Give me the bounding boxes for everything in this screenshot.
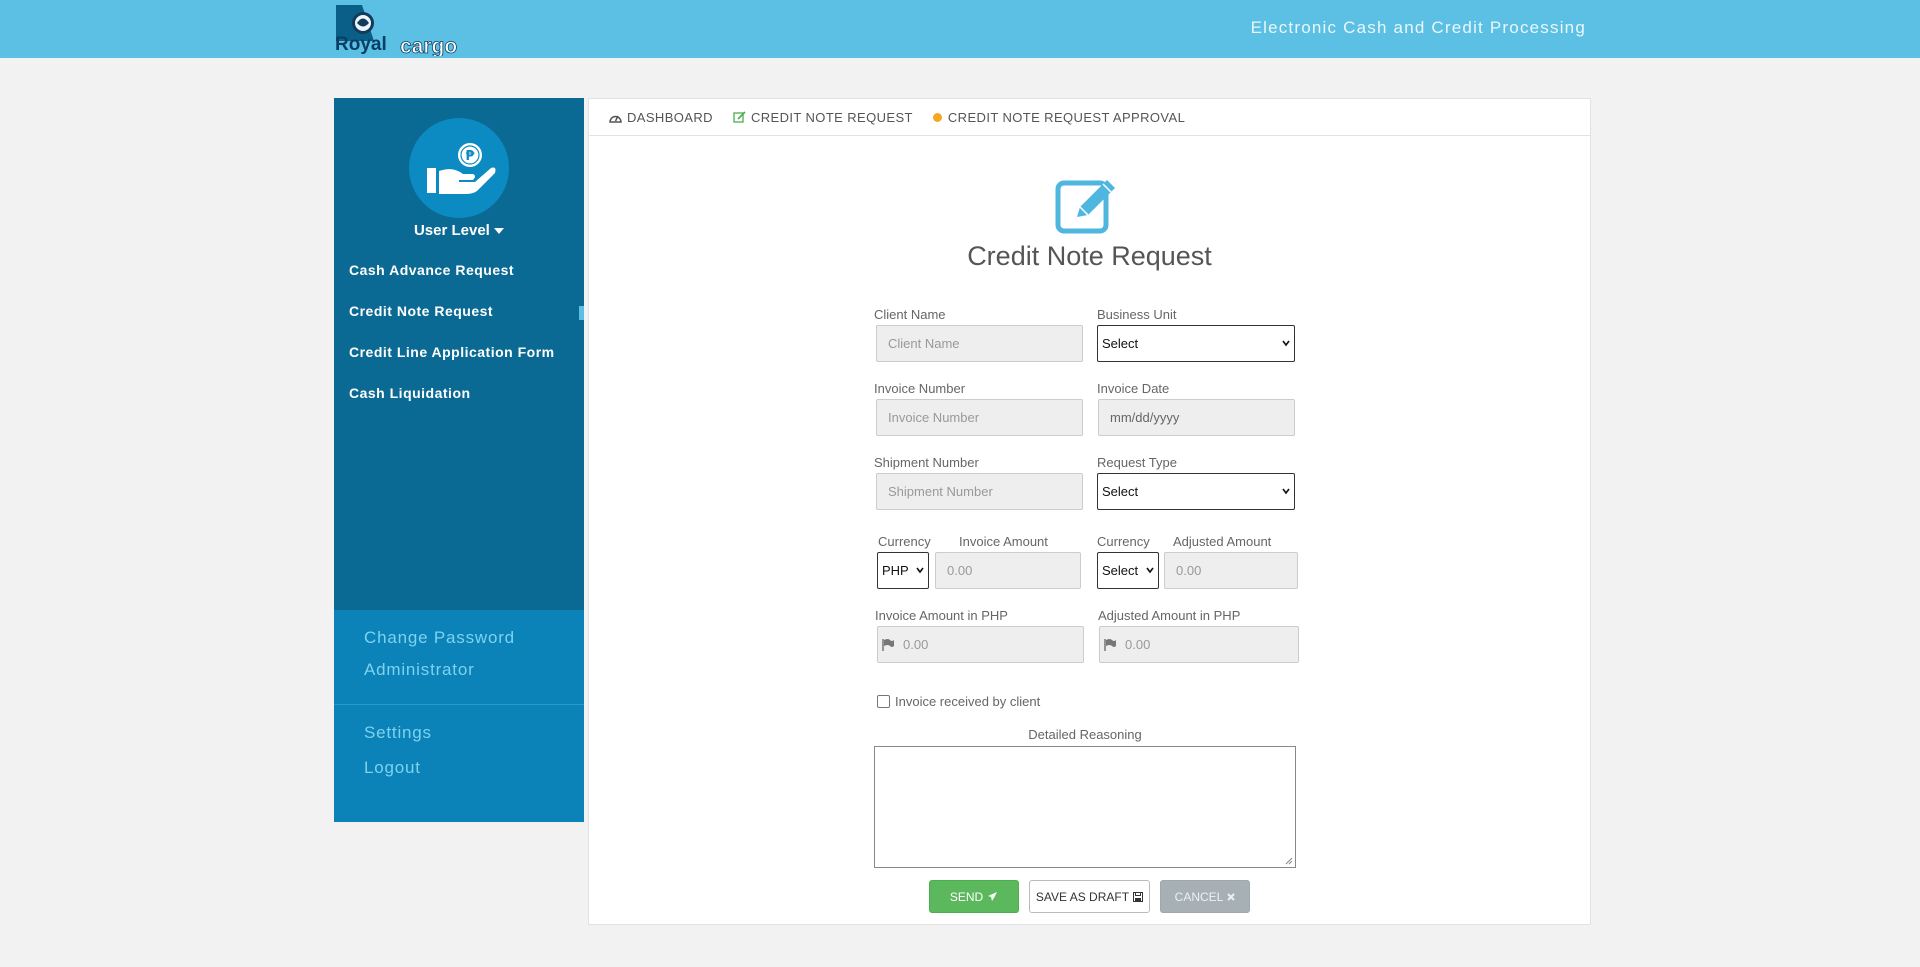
- adjusted-amount-label: Adjusted Amount: [1173, 534, 1272, 549]
- sidebar: ₱ User Level Cash Advance Request Credit…: [334, 98, 584, 822]
- send-button-label: SEND: [949, 889, 984, 904]
- sidebar-nav-panel: ₱ User Level Cash Advance Request Credit…: [334, 98, 584, 610]
- settings-link[interactable]: Settings: [364, 723, 432, 743]
- sidebar-divider: [334, 704, 584, 705]
- invoice-received-label: Invoice received by client: [895, 694, 1041, 709]
- invoice-amount-input[interactable]: 0.00: [935, 552, 1081, 589]
- flag-icon: [882, 639, 894, 651]
- currency-left-select[interactable]: PHP: [877, 552, 929, 589]
- header-tagline: Electronic Cash and Credit Processing: [1250, 18, 1586, 37]
- paper-plane-icon: [987, 891, 998, 902]
- adjusted-amount-php-label: Adjusted Amount in PHP: [1098, 608, 1241, 623]
- request-type-label: Request Type: [1097, 455, 1177, 470]
- breadcrumb-credit-note-request-label: CREDIT NOTE REQUEST: [750, 109, 913, 125]
- page-title: Credit Note Request: [967, 241, 1212, 271]
- logout-link[interactable]: Logout: [364, 758, 421, 778]
- client-name-label: Client Name: [874, 307, 946, 322]
- cancel-button[interactable]: CANCEL: [1160, 880, 1250, 913]
- currency-right-value: Select: [1102, 563, 1139, 578]
- user-level-dropdown[interactable]: User Level: [334, 222, 584, 239]
- close-icon: [1227, 892, 1236, 901]
- main-panel: DASHBOARD CREDIT NOTE REQUEST CREDIT NOT…: [588, 98, 1591, 925]
- invoice-amount-label: Invoice Amount: [959, 534, 1048, 549]
- invoice-date-label: Invoice Date: [1097, 381, 1170, 396]
- approval-status-dot-icon: [932, 112, 942, 122]
- detailed-reasoning-textarea[interactable]: [874, 746, 1296, 868]
- administrator-link[interactable]: Administrator: [364, 660, 475, 680]
- request-type-select[interactable]: Select: [1097, 473, 1295, 510]
- invoice-received-checkbox[interactable]: [877, 695, 890, 708]
- sidebar-item-credit-note-request[interactable]: Credit Note Request: [334, 291, 584, 332]
- save-floppy-icon: [1133, 891, 1144, 902]
- invoice-amount-php-value: 0.00: [903, 637, 929, 652]
- user-avatar: ₱: [409, 118, 509, 218]
- adjusted-amount-input[interactable]: 0.00: [1164, 552, 1298, 589]
- client-name-input[interactable]: Client Name: [876, 325, 1083, 362]
- svg-text:₱: ₱: [465, 149, 475, 164]
- adjusted-amount-php-value: 0.00: [1125, 637, 1151, 652]
- user-level-label: User Level: [413, 222, 490, 239]
- chevron-down-icon: [1282, 488, 1290, 495]
- invoice-number-input[interactable]: Invoice Number: [876, 399, 1083, 436]
- logo-text-royal: Royal: [335, 34, 387, 55]
- breadcrumb-dashboard-label: DASHBOARD: [627, 109, 713, 125]
- business-unit-label: Business Unit: [1097, 307, 1177, 322]
- flag-icon: [1104, 639, 1116, 651]
- invoice-amount-php-input[interactable]: 0.00: [877, 626, 1084, 663]
- sidebar-account-panel: Change Password Administrator Settings L…: [334, 610, 584, 822]
- adjusted-amount-php-input[interactable]: 0.00: [1099, 626, 1299, 663]
- dashboard-gauge-icon: [609, 112, 622, 123]
- breadcrumb-approval-label: CREDIT NOTE REQUEST APPROVAL: [947, 109, 1186, 125]
- invoice-number-label: Invoice Number: [874, 381, 966, 396]
- resize-handle-icon[interactable]: [1285, 857, 1293, 865]
- business-unit-value: Select: [1102, 336, 1139, 351]
- currency-right-label: Currency: [1097, 534, 1150, 549]
- shipment-number-input[interactable]: Shipment Number: [876, 473, 1083, 510]
- top-header: Royal cargo Electronic Cash and Credit P…: [0, 0, 1920, 58]
- cancel-button-label: CANCEL: [1174, 889, 1224, 904]
- invoice-date-input[interactable]: mm/dd/yyyy: [1098, 399, 1295, 436]
- invoice-amount-php-label: Invoice Amount in PHP: [875, 608, 1008, 623]
- hand-peso-coin-icon: ₱: [427, 143, 496, 194]
- currency-left-label: Currency: [878, 534, 931, 549]
- chevron-down-icon: [916, 567, 924, 574]
- shipment-number-label: Shipment Number: [874, 455, 979, 470]
- edit-square-icon: [1055, 177, 1125, 235]
- breadcrumb: DASHBOARD CREDIT NOTE REQUEST CREDIT NOT…: [589, 99, 1590, 136]
- save-as-draft-button[interactable]: SAVE AS DRAFT: [1029, 880, 1150, 913]
- request-type-value: Select: [1102, 484, 1139, 499]
- sidebar-item-cash-liquidation[interactable]: Cash Liquidation: [334, 373, 584, 414]
- edit-icon: [733, 111, 746, 123]
- currency-right-select[interactable]: Select: [1097, 552, 1159, 589]
- sidebar-item-cash-advance-request[interactable]: Cash Advance Request: [334, 250, 584, 291]
- breadcrumb-credit-note-request[interactable]: CREDIT NOTE REQUEST: [733, 110, 913, 125]
- sidebar-item-credit-line-application-form[interactable]: Credit Line Application Form: [334, 332, 584, 373]
- business-unit-select[interactable]: Select: [1097, 325, 1295, 362]
- breadcrumb-dashboard[interactable]: DASHBOARD: [609, 110, 713, 125]
- save-as-draft-label: SAVE AS DRAFT: [1035, 889, 1130, 904]
- logo-text-cargo: cargo: [400, 35, 457, 56]
- send-button[interactable]: SEND: [929, 880, 1019, 913]
- chevron-down-icon: [1146, 567, 1154, 574]
- breadcrumb-credit-note-request-approval[interactable]: CREDIT NOTE REQUEST APPROVAL: [932, 109, 1186, 125]
- change-password-link[interactable]: Change Password: [364, 628, 515, 648]
- royal-cargo-logo[interactable]: Royal cargo: [334, 3, 474, 58]
- chevron-down-icon: [1282, 340, 1290, 347]
- currency-left-value: PHP: [882, 563, 909, 578]
- caret-down-icon: [494, 228, 505, 234]
- detailed-reasoning-label: Detailed Reasoning: [1028, 727, 1142, 742]
- sidebar-nav: Cash Advance Request Credit Note Request…: [334, 250, 584, 414]
